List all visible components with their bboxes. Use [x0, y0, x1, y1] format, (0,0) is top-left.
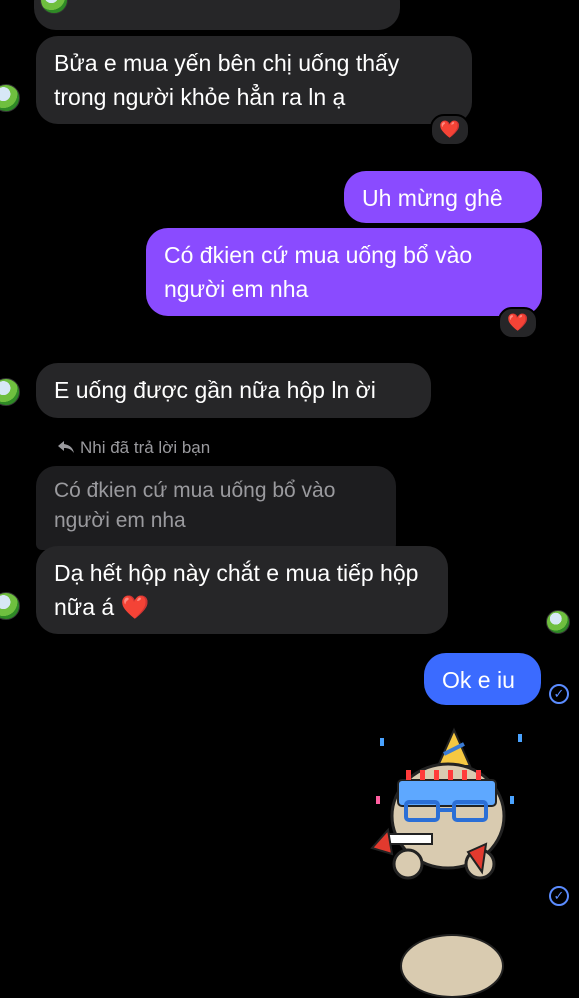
message-text: Có đkien cứ mua uống bổ vào người em nha [164, 242, 473, 302]
message-text: Ok e iu [442, 667, 515, 693]
reply-arrow-icon [58, 438, 74, 458]
heart-icon: ❤️ [439, 120, 461, 139]
reply-label: Nhi đã trả lời bạn [58, 438, 210, 458]
quoted-text: Có đkien cứ mua uống bổ vào người em nha [54, 479, 336, 532]
check-circle-icon: ✓ [549, 886, 569, 906]
reply-label-text: Nhi đã trả lời bạn [80, 438, 211, 457]
message-text: E uống được gần nữa hộp ln ời [54, 377, 376, 403]
contact-avatar[interactable] [0, 592, 20, 620]
outgoing-message[interactable]: Có đkien cứ mua uống bổ vào người em nha [146, 228, 542, 316]
contact-avatar[interactable] [0, 378, 20, 406]
quoted-message[interactable]: Có đkien cứ mua uống bổ vào người em nha [36, 466, 396, 550]
message-text: Dạ hết hộp này chắt e mua tiếp hộp nữa á [54, 560, 419, 620]
check-circle-icon: ✓ [549, 684, 569, 704]
contact-avatar[interactable] [0, 84, 20, 112]
seen-avatar [546, 610, 570, 634]
outgoing-message[interactable]: Uh mừng ghê [344, 171, 542, 223]
heart-reaction[interactable]: ❤️ [430, 114, 470, 146]
incoming-message[interactable]: Dạ hết hộp này chắt e mua tiếp hộp nữa á… [36, 546, 448, 634]
partial-sticker[interactable] [400, 934, 504, 998]
message-text: Uh mừng ghê [362, 185, 503, 211]
heart-reaction[interactable]: ❤️ [498, 307, 538, 339]
heart-icon: ❤️ [120, 594, 150, 620]
message-text: Bửa e mua yến bên chị uống thấy trong ng… [54, 50, 400, 110]
cut-off-bubble [34, 0, 400, 30]
incoming-message[interactable]: E uống được gần nữa hộp ln ời [36, 363, 431, 418]
birthday-dog-sticker[interactable] [368, 726, 528, 896]
incoming-message[interactable]: Bửa e mua yến bên chị uống thấy trong ng… [36, 36, 472, 124]
heart-icon: ❤️ [507, 313, 529, 332]
outgoing-message[interactable]: Ok e iu [424, 653, 541, 705]
